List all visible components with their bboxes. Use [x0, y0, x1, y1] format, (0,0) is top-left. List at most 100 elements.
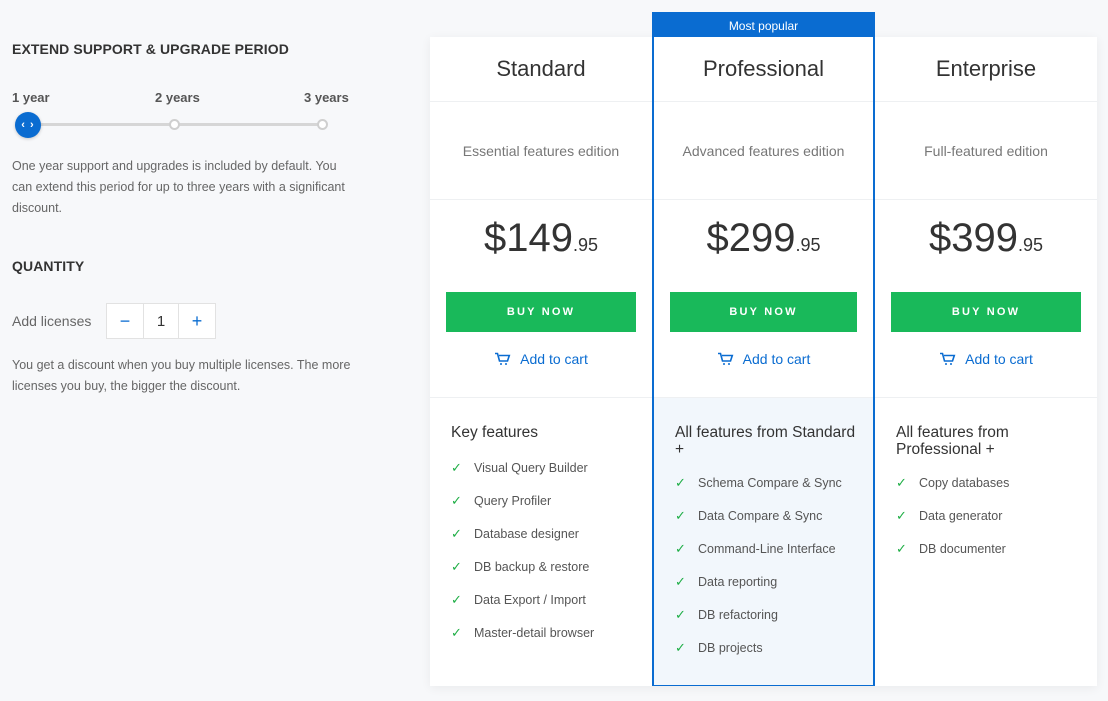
- features-section: Key features ✓ Visual Query Builder ✓ Quer…: [430, 398, 652, 649]
- check-icon: ✓: [451, 459, 462, 475]
- price-main: $399: [928, 216, 1018, 260]
- feature-label: DB documenter: [919, 541, 1006, 556]
- buy-now-button[interactable]: BUY NOW: [891, 292, 1081, 332]
- cart-icon: [495, 352, 511, 365]
- feature-label: Schema Compare & Sync: [698, 475, 842, 490]
- price-main: $299: [706, 216, 796, 260]
- features-title: All features from Standard +: [675, 424, 856, 458]
- feature-item: ✓ DB refactoring: [675, 598, 853, 631]
- add-to-cart-label: Add to cart: [520, 351, 588, 367]
- pricing-cards: Standard Essential features edition $149…: [430, 12, 1097, 686]
- add-to-cart-label: Add to cart: [742, 351, 811, 367]
- check-icon: ✓: [675, 573, 686, 589]
- price-section: $299.95 BUY NOW Add to cart: [654, 200, 873, 398]
- add-to-cart-link[interactable]: Add to cart: [654, 351, 873, 367]
- feature-item: ✓ Query Profiler: [451, 484, 632, 517]
- quantity-value[interactable]: 1: [143, 304, 179, 338]
- add-to-cart-link[interactable]: Add to cart: [430, 351, 652, 367]
- period-option-3-years[interactable]: 3 years: [304, 90, 349, 105]
- pricing-page: EXTEND SUPPORT & UPGRADE PERIOD 1 year 2…: [0, 0, 1108, 701]
- feature-item: ✓ Visual Query Builder: [451, 451, 632, 484]
- check-icon: ✓: [675, 507, 686, 523]
- feature-item: ✓ Data reporting: [675, 565, 853, 598]
- check-icon: ✓: [675, 606, 686, 622]
- check-icon: ✓: [896, 474, 907, 490]
- feature-label: DB refactoring: [698, 607, 778, 622]
- check-icon: ✓: [675, 540, 686, 556]
- plan-subtitle: Full-featured edition: [875, 102, 1097, 200]
- features-title: Key features: [451, 424, 539, 441]
- feature-item: ✓ Command-Line Interface: [675, 532, 853, 565]
- buy-now-button[interactable]: BUY NOW: [446, 292, 636, 332]
- feature-label: Query Profiler: [474, 493, 552, 508]
- plan-name: Enterprise: [875, 37, 1097, 102]
- feature-item: ✓ Data Compare & Sync: [675, 499, 853, 532]
- plan-subtitle: Advanced features edition: [654, 102, 873, 200]
- feature-label: Data reporting: [698, 574, 778, 589]
- price-cents: .95: [1017, 235, 1043, 255]
- slider-stop-2-years[interactable]: [169, 119, 180, 130]
- plan-card-professional: Most popular Professional Advanced featu…: [652, 12, 875, 686]
- decrement-button[interactable]: −: [107, 304, 143, 338]
- plan-price: $149.95: [430, 216, 652, 261]
- quantity-title: QUANTITY: [12, 258, 85, 274]
- add-licenses-label: Add licenses: [12, 313, 92, 329]
- increment-button[interactable]: +: [179, 304, 215, 338]
- slider-handle[interactable]: ‹ ›: [15, 112, 41, 138]
- period-option-1-year[interactable]: 1 year: [12, 90, 50, 105]
- plan-name: Professional: [654, 37, 873, 102]
- feature-item: ✓ Schema Compare & Sync: [675, 466, 853, 499]
- price-cents: .95: [795, 235, 821, 255]
- slider-stop-3-years[interactable]: [317, 119, 328, 130]
- price-section: $149.95 BUY NOW Add to cart: [430, 200, 652, 398]
- feature-label: Copy databases: [919, 475, 1010, 490]
- features-title: All features from Professional +: [896, 424, 1009, 458]
- plan-card-enterprise: Enterprise Full-featured edition $399.95…: [875, 37, 1097, 686]
- period-slider[interactable]: ‹ ›: [12, 112, 332, 138]
- check-icon: ✓: [675, 639, 686, 655]
- check-icon: ✓: [451, 492, 462, 508]
- feature-item: ✓ DB backup & restore: [451, 550, 632, 583]
- cart-icon: [940, 352, 956, 365]
- price-main: $149: [483, 216, 573, 260]
- drag-arrows-icon: ‹ ›: [21, 119, 35, 131]
- cart-icon: [717, 352, 734, 365]
- quantity-stepper: − 1 +: [106, 303, 216, 339]
- feature-label: Data generator: [919, 508, 1003, 523]
- add-to-cart-link[interactable]: Add to cart: [875, 351, 1097, 367]
- feature-item: ✓ Database designer: [451, 517, 632, 550]
- feature-label: Master-detail browser: [474, 625, 595, 640]
- feature-item: ✓ DB documenter: [896, 532, 1077, 565]
- plan-name: Standard: [430, 37, 652, 102]
- feature-label: DB backup & restore: [474, 559, 590, 574]
- plan-price: $299.95: [654, 216, 873, 261]
- check-icon: ✓: [896, 540, 907, 556]
- quantity-description: You get a discount when you buy multiple…: [12, 358, 351, 393]
- check-icon: ✓: [675, 474, 686, 490]
- quantity-row: Add licenses − 1 +: [12, 303, 216, 339]
- feature-item: ✓ Data Export / Import: [451, 583, 632, 616]
- feature-label: Data Compare & Sync: [698, 508, 823, 523]
- plan-subtitle: Essential features edition: [430, 102, 652, 200]
- check-icon: ✓: [451, 558, 462, 574]
- feature-label: Data Export / Import: [474, 592, 586, 607]
- feature-label: Command-Line Interface: [698, 541, 836, 556]
- add-to-cart-label: Add to cart: [965, 351, 1033, 367]
- features-section: All features from Standard + ✓ Schema Com…: [654, 398, 873, 685]
- buy-now-button[interactable]: BUY NOW: [670, 292, 857, 332]
- feature-label: Visual Query Builder: [474, 460, 588, 475]
- check-icon: ✓: [451, 591, 462, 607]
- check-icon: ✓: [896, 507, 907, 523]
- support-period-title: EXTEND SUPPORT & UPGRADE PERIOD: [12, 41, 289, 57]
- feature-item: ✓ DB projects: [675, 631, 853, 664]
- plan-price: $399.95: [875, 216, 1097, 261]
- feature-item: ✓ Copy databases: [896, 466, 1077, 499]
- price-section: $399.95 BUY NOW Add to cart: [875, 200, 1097, 398]
- period-option-2-years[interactable]: 2 years: [155, 90, 200, 105]
- features-section: All features from Professional + ✓ Copy d…: [875, 398, 1097, 565]
- check-icon: ✓: [451, 624, 462, 640]
- feature-label: Database designer: [474, 526, 579, 541]
- feature-item: ✓ Master-detail browser: [451, 616, 632, 649]
- feature-item: ✓ Data generator: [896, 499, 1077, 532]
- period-description: One year support and upgrades is include…: [12, 159, 345, 215]
